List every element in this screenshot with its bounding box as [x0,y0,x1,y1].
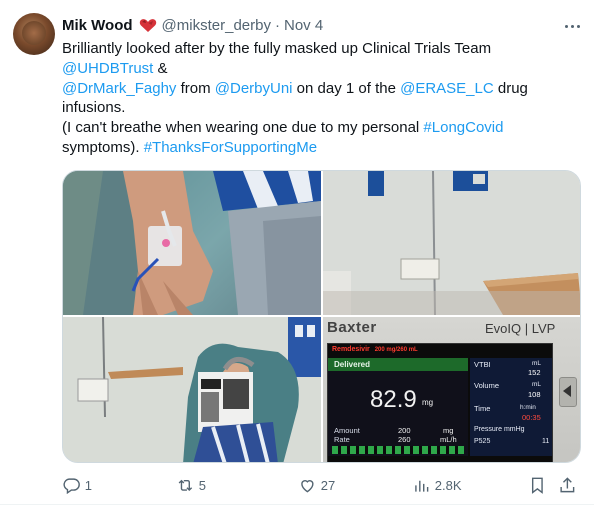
pump-volume-value: 108 [528,390,541,399]
pump-time-value: 00:35 [522,413,541,422]
reply-icon [63,478,80,494]
infusion-pump-photo[interactable]: Baxter EvoIQ | LVP Remdesivir 200 mg/260… [323,317,580,462]
tweet[interactable]: Mik Wood @mikster_derby · Nov 4 Brillian… [0,0,594,505]
tweet-text-segment: infusions. [62,99,126,117]
tweet-text-line: (I can't breathe when wearing one due to… [62,118,572,138]
pump-pressure-value: 11 [542,438,550,445]
more-icon[interactable] [560,16,584,36]
pump-amount-value: 82.9 [370,386,417,413]
tweet-text-line: @UHDBTrust & [62,59,572,79]
pump-time-unit: h:min [520,404,536,411]
pump-time-label: Time [474,404,491,413]
pump-drug: Remdesivir [332,346,370,353]
pump-rate-row-unit: mL/h [440,435,457,444]
pump-amount-row: 200 [398,426,411,435]
tweet-text-segment: symptoms). [62,138,144,156]
tweet-text-line: Brilliantly looked after by the fully ma… [62,39,572,59]
pump-pressure-label: Pressure mmHg [474,426,525,433]
avatar[interactable] [13,13,55,55]
pump-volume-unit: mL [532,381,542,388]
tweet-text-line: infusions. [62,98,572,118]
views-button[interactable]: 2.8K [412,475,462,495]
pump-amount-row-unit: mg [443,426,454,435]
media-grid: Baxter EvoIQ | LVP Remdesivir 200 mg/260… [62,170,581,463]
pump-pressure-code: P525 [474,438,491,445]
pump-brand: Baxter [327,319,377,336]
pump-rate-label: Rate [334,435,350,444]
bookmark-icon [531,477,543,494]
pump-status: Delivered [334,360,371,369]
pump-screen: Remdesivir 200 mg/260 mL Delivered 82.9 … [327,343,553,462]
share-button[interactable] [558,475,577,495]
repost-button[interactable]: 5 [176,475,206,495]
pump-amount-unit: mg [422,398,434,407]
repost-count: 5 [198,477,206,493]
pump-rate-row: 260 [398,435,411,444]
mention-link[interactable]: @DrMark_Faghy [62,80,176,97]
tweet-text-segment: (I can't breathe when wearing one due to… [62,119,424,137]
reply-button[interactable]: 1 [62,475,92,495]
author-handle[interactable]: @mikster_derby [162,17,271,34]
pump-vtbi-unit: mL [532,360,542,367]
tweet-text-segment: Brilliantly looked after by the fully ma… [62,40,492,57]
pump-vtbi-label: VTBI [474,360,491,369]
views-count: 2.8K [434,477,462,493]
photo-patient-newspaper[interactable] [63,317,321,462]
bookmark-button[interactable] [528,475,547,495]
hashtag-link[interactable]: #LongCovid [423,119,503,136]
like-icon [301,479,314,493]
tweet-text-segment: from [176,79,215,97]
header-separator: · [274,16,280,34]
pump-model: EvoIQ | LVP [485,321,556,336]
repost-icon [178,479,193,491]
hashtag-link[interactable]: #ThanksForSupportingMe [144,139,317,156]
pump-volume-label: Volume [474,381,500,390]
tweet-text-segment: & [153,59,168,77]
pump-amount-label: Amount [334,426,360,435]
share-icon [560,476,575,492]
reply-count: 1 [84,477,92,493]
photo-drip-stand[interactable] [323,171,580,315]
tweet-text-line: symptoms). #ThanksForSupportingMe [62,138,572,158]
mention-link[interactable]: @ERASE_LC [400,80,494,97]
photo-hand-infusion[interactable] [63,171,321,315]
display-name[interactable]: Mik Wood [62,17,133,34]
mention-link[interactable]: @DerbyUni [215,80,293,97]
like-count: 27 [320,477,336,493]
like-button[interactable]: 27 [298,475,335,495]
views-icon [415,480,429,492]
pump-drug-conc: 200 mg/260 mL [374,347,418,353]
tweet-text: Brilliantly looked after by the fully ma… [62,39,572,158]
mention-link[interactable]: @UHDBTrust [62,60,153,77]
action-bar: 1 5 27 2.8K [62,475,582,495]
tweet-text-segment: on day 1 of the [292,79,401,97]
tweet-header: Mik Wood @mikster_derby · Nov 4 [62,15,323,35]
tweet-date[interactable]: Nov 4 [284,17,323,34]
heart-badge-icon [139,18,157,33]
tweet-text-line: @DrMark_Faghy from @DerbyUni on day 1 of… [62,79,572,99]
pump-vtbi-value: 152 [528,368,541,377]
tweet-text-segment: drug [493,79,528,97]
